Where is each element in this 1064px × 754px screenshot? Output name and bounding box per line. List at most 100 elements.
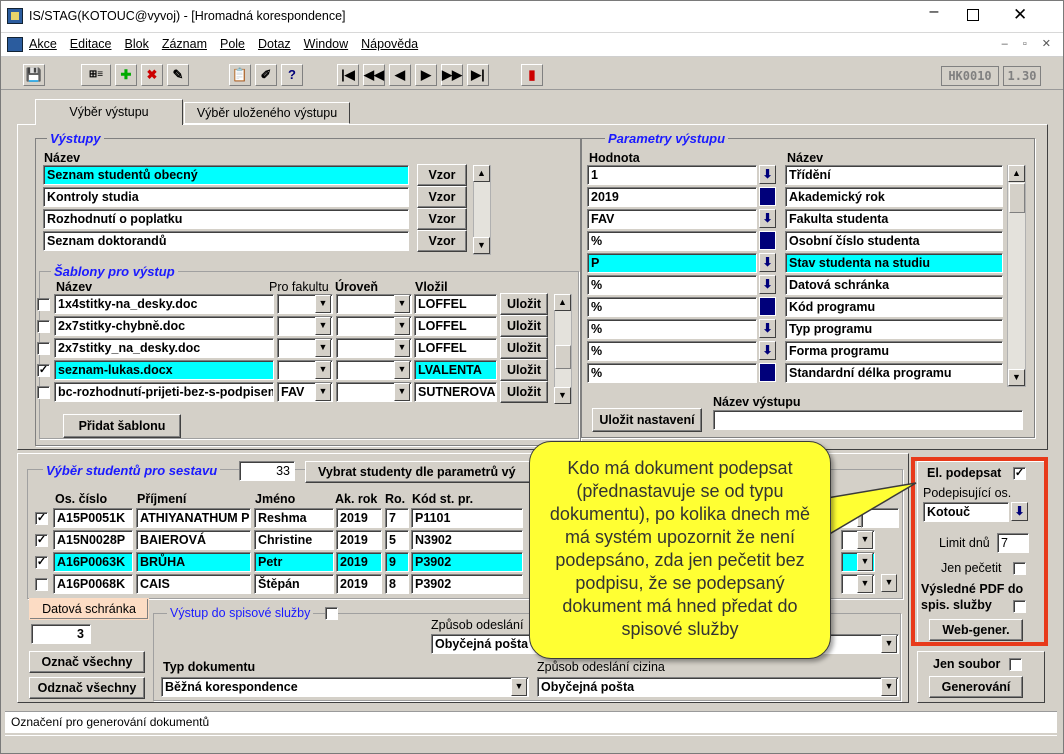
- vystup-row[interactable]: Kontroly studia: [43, 187, 409, 207]
- lov-button-icon[interactable]: [759, 297, 776, 316]
- nazev-vystupu-input[interactable]: [713, 410, 1023, 430]
- student-checkbox[interactable]: ✓: [35, 534, 48, 547]
- tab-vyber-ulozeneho[interactable]: Výběr uloženého výstupu: [184, 102, 350, 124]
- sablona-name[interactable]: 2x7stitky_na_desky.doc: [54, 338, 274, 358]
- scroll-thumb[interactable]: [474, 183, 490, 205]
- close-icon[interactable]: ✕: [1013, 5, 1027, 25]
- chevron-down-icon[interactable]: ▼: [394, 295, 410, 313]
- lov-button-icon[interactable]: [759, 363, 776, 382]
- vystup-row[interactable]: Seznam doktorandů: [43, 231, 409, 251]
- chevron-down-icon[interactable]: ▼: [394, 383, 410, 401]
- param-value-input[interactable]: %: [587, 341, 757, 361]
- last-record-icon[interactable]: ▶|: [467, 64, 489, 86]
- chevron-down-icon[interactable]: ▼: [857, 553, 873, 571]
- prev-record-icon[interactable]: ◀: [389, 64, 411, 86]
- ulozit-button[interactable]: Uložit: [500, 293, 548, 315]
- prev-block-icon[interactable]: ◀◀: [363, 64, 385, 86]
- vzor-button[interactable]: Vzor: [417, 230, 467, 252]
- edit-icon[interactable]: ✎: [167, 64, 189, 86]
- chevron-down-icon[interactable]: ▼: [315, 295, 331, 313]
- scroll-thumb[interactable]: [555, 345, 571, 369]
- menu-item-3[interactable]: Záznam: [162, 37, 207, 51]
- vzor-button[interactable]: Vzor: [417, 164, 467, 186]
- student-checkbox[interactable]: ✓: [35, 512, 48, 525]
- typ-dokumentu-select[interactable]: Běžná korespondence: [161, 677, 529, 697]
- chevron-down-icon[interactable]: ▼: [394, 339, 410, 357]
- sablona-checkbox[interactable]: ✓: [37, 364, 50, 377]
- param-value-input[interactable]: %: [587, 231, 757, 251]
- chevron-down-icon[interactable]: ▼: [315, 339, 331, 357]
- menu-item-2[interactable]: Blok: [125, 37, 149, 51]
- ulozit-button[interactable]: Uložit: [500, 337, 548, 359]
- menu-item-7[interactable]: Nápověda: [361, 37, 418, 51]
- param-value-input[interactable]: FAV: [587, 209, 757, 229]
- exit-icon[interactable]: ▮: [521, 64, 543, 86]
- download-arrow-icon[interactable]: ⬇: [759, 319, 776, 338]
- sablona-name[interactable]: bc-rozhodnutí-prijeti-bez-s-podpisem: [54, 382, 274, 402]
- pencil-icon[interactable]: ✐: [255, 64, 277, 86]
- vystup-row[interactable]: Seznam studentů obecný: [43, 165, 409, 185]
- sablona-checkbox[interactable]: [37, 342, 50, 355]
- jen-soubor-checkbox[interactable]: [1009, 658, 1022, 671]
- next-block-icon[interactable]: ▶▶: [441, 64, 463, 86]
- param-value-input[interactable]: %: [587, 297, 757, 317]
- lov-button-icon[interactable]: [759, 187, 776, 206]
- download-arrow-icon[interactable]: ⬇: [759, 253, 776, 272]
- param-value-input[interactable]: %: [587, 275, 757, 295]
- download-arrow-icon[interactable]: ⬇: [759, 209, 776, 228]
- param-value-input[interactable]: %: [587, 363, 757, 383]
- chevron-down-icon[interactable]: ▼: [511, 678, 527, 696]
- insert-record-icon[interactable]: ⊞≡: [81, 64, 111, 86]
- chevron-down-icon[interactable]: ▼: [315, 361, 331, 379]
- menu-item-1[interactable]: Editace: [70, 37, 112, 51]
- scroll-thumb[interactable]: [1009, 183, 1025, 213]
- chevron-down-icon[interactable]: ▼: [394, 317, 410, 335]
- scroll-down-icon[interactable]: ▼: [473, 237, 490, 254]
- param-value-input[interactable]: P: [587, 253, 757, 273]
- lov-button-icon[interactable]: [759, 231, 776, 250]
- ulozit-nastaveni-button[interactable]: Uložit nastavení: [592, 408, 702, 432]
- help-icon[interactable]: ?: [281, 64, 303, 86]
- scroll-up-icon[interactable]: ▲: [554, 294, 571, 311]
- chevron-down-icon[interactable]: ▼: [881, 635, 897, 653]
- download-arrow-icon[interactable]: ⬇: [759, 275, 776, 294]
- odznac-vsechny-button[interactable]: Odznač všechny: [29, 677, 145, 699]
- sablona-name[interactable]: 2x7stitky-chybně.doc: [54, 316, 274, 336]
- scroll-up-icon[interactable]: ▲: [1008, 165, 1025, 182]
- minimize-icon[interactable]: –: [922, 3, 946, 21]
- first-record-icon[interactable]: |◀: [337, 64, 359, 86]
- chevron-down-icon[interactable]: ▼: [315, 383, 331, 401]
- sablona-checkbox[interactable]: [37, 320, 50, 333]
- vybrat-studenty-button[interactable]: Vybrat studenty dle parametrů vý: [305, 461, 543, 483]
- scroll-down-icon[interactable]: ▼: [554, 387, 571, 404]
- scroll-up-icon[interactable]: ▲: [473, 165, 490, 182]
- vzor-button[interactable]: Vzor: [417, 208, 467, 230]
- oznac-vsechny-button[interactable]: Označ všechny: [29, 651, 145, 673]
- ulozit-button[interactable]: Uložit: [500, 381, 548, 403]
- param-value-input[interactable]: 2019: [587, 187, 757, 207]
- chevron-down-icon[interactable]: ▼: [857, 575, 873, 593]
- mdi-controls[interactable]: – ▫ ✕: [1002, 37, 1057, 50]
- menu-item-0[interactable]: Akce: [29, 37, 57, 51]
- next-record-icon[interactable]: ▶: [415, 64, 437, 86]
- ulozit-button[interactable]: Uložit: [500, 359, 548, 381]
- sablona-name[interactable]: 1x4stitky-na_desky.doc: [54, 294, 274, 314]
- menu-item-6[interactable]: Window: [304, 37, 348, 51]
- ulozit-button[interactable]: Uložit: [500, 315, 548, 337]
- menu-item-5[interactable]: Dotaz: [258, 37, 291, 51]
- chevron-down-icon[interactable]: ▼: [315, 317, 331, 335]
- student-checkbox[interactable]: ✓: [35, 556, 48, 569]
- pridat-sablonu-button[interactable]: Přidat šablonu: [63, 414, 181, 438]
- menu-item-4[interactable]: Pole: [220, 37, 245, 51]
- sablona-checkbox[interactable]: [37, 298, 50, 311]
- spis-checkbox[interactable]: [325, 607, 338, 620]
- cizina-select[interactable]: Obyčejná pošta: [537, 677, 899, 697]
- sablona-name[interactable]: seznam-lukas.docx: [54, 360, 274, 380]
- datova-schranka-button[interactable]: Datová schránka: [29, 598, 149, 620]
- download-arrow-icon[interactable]: ⬇: [759, 341, 776, 360]
- save-icon[interactable]: 💾: [23, 64, 45, 86]
- maximize-icon[interactable]: [967, 9, 979, 21]
- student-checkbox[interactable]: [35, 578, 48, 591]
- download-arrow-icon[interactable]: ⬇: [759, 165, 776, 184]
- chevron-down-icon[interactable]: ▼: [881, 574, 897, 592]
